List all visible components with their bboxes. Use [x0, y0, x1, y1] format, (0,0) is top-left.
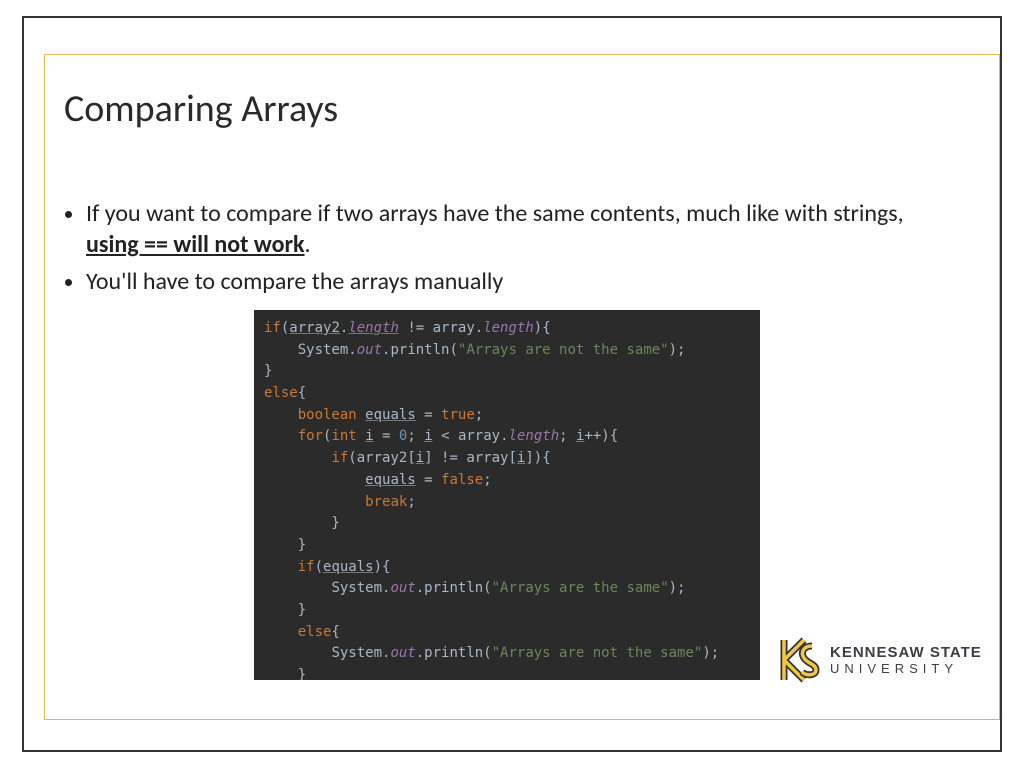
bullet-2: You'll have to compare the arrays manual…: [86, 266, 948, 297]
bullet-list: If you want to compare if two arrays hav…: [68, 198, 948, 304]
bullet-1-pre: If you want to compare if two arrays hav…: [86, 199, 904, 228]
bullet-1: If you want to compare if two arrays hav…: [86, 198, 948, 260]
bullet-1-post: .: [305, 230, 311, 259]
logo-text: KENNESAW STATE UNIVERSITY: [830, 645, 982, 675]
ks-logo-icon: [776, 636, 822, 684]
logo-line2: UNIVERSITY: [830, 662, 982, 675]
code-block: if(array2.length != array.length){ Syste…: [254, 310, 760, 680]
university-logo: KENNESAW STATE UNIVERSITY: [776, 632, 986, 688]
logo-line1: KENNESAW STATE: [830, 645, 982, 660]
bullet-1-emph: using == will not work: [86, 230, 305, 259]
slide-title: Comparing Arrays: [64, 86, 338, 132]
